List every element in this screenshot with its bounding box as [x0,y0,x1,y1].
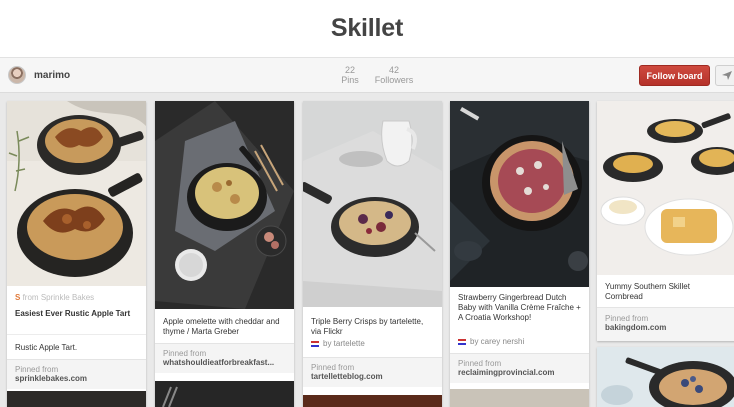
send-icon [722,71,732,80]
via-prefix: from [22,293,39,302]
credit-name[interactable]: by carey nershi [470,337,524,346]
pins-count: 22 [344,65,355,75]
pins-label: Pins [341,75,359,85]
pin-description: Strawberry Gingerbread Dutch Baby with V… [458,293,581,322]
pinned-from-label: Pinned from [311,363,355,372]
pin-via[interactable]: S from Sprinkle Bakes [15,293,94,302]
pinned-from-box[interactable]: Pinned from tartelletteblog.com [303,357,442,387]
pinned-from-box[interactable]: Pinned from reclaimingprovincial.com [450,353,589,383]
pin-description: Triple Berry Crisps by tartelette, via F… [311,317,424,336]
divider [7,334,146,335]
followers-count-stat[interactable]: 42 Followers [372,65,416,85]
pinned-from-label: Pinned from [15,365,59,374]
pinned-from-box[interactable]: Pinned from whatshouldieatforbreakfast..… [155,343,294,373]
flag-icon [458,338,466,345]
pin-image[interactable] [597,347,734,407]
pinned-from-label: Pinned from [458,359,502,368]
pin-description: Apple omelette with cheddar and thyme / … [163,317,280,336]
pin-note: Rustic Apple Tart. [15,343,78,352]
owner-name[interactable]: marimo [34,70,70,81]
pinned-from-domain[interactable]: reclaimingprovincial.com [458,368,554,377]
pin-image[interactable] [303,101,442,307]
pin-credit[interactable]: by carey nershi [458,337,524,346]
next-pin-image[interactable] [155,381,294,407]
via-name: Sprinkle Bakes [40,293,95,302]
pin-image[interactable] [7,101,146,286]
pin-card[interactable]: Apple omelette with cheddar and thyme / … [155,101,294,407]
board-meta-bar: marimo 22 Pins 42 Followers Follow board [0,57,734,93]
pin-title: Easiest Ever Rustic Apple Tart [15,309,131,318]
avatar[interactable] [8,66,26,84]
pinned-from-box[interactable]: Pinned from bakingdom.com [597,307,734,341]
pin-image[interactable] [597,101,734,275]
pinned-from-domain[interactable]: sprinklebakes.com [15,374,87,383]
pinned-from-domain[interactable]: whatshouldieatforbreakfast... [163,358,274,367]
pin-description: Yummy Southern Skillet Cornbread [605,282,690,301]
follow-board-button[interactable]: Follow board [639,65,710,86]
pin-card[interactable] [597,347,734,407]
send-button[interactable] [715,65,734,86]
flag-icon [311,340,319,347]
pinned-from-domain[interactable]: tartelletteblog.com [311,372,383,381]
pin-card[interactable]: Yummy Southern Skillet Cornbread Pinned … [597,101,734,341]
sprinkle-bakes-icon: S [15,293,21,302]
pin-card[interactable]: Strawberry Gingerbread Dutch Baby with V… [450,101,589,407]
next-pin-image[interactable] [303,395,442,407]
credit-name[interactable]: by tartelette [323,339,365,348]
followers-label: Followers [374,75,414,85]
pin-card[interactable]: Triple Berry Crisps by tartelette, via F… [303,101,442,407]
pin-credit[interactable]: by tartelette [311,339,365,348]
pinned-from-label: Pinned from [163,349,207,358]
board-owner[interactable]: marimo [8,66,70,84]
pinned-from-domain[interactable]: bakingdom.com [605,323,666,332]
next-pin-image[interactable] [450,389,589,407]
pin-image[interactable] [155,101,294,309]
board-header: Skillet [0,0,734,57]
pinned-from-label: Pinned from [605,314,649,323]
pinned-from-box[interactable]: Pinned from sprinklebakes.com [7,359,146,389]
followers-count: 42 [388,65,399,75]
pins-count-stat[interactable]: 22 Pins [339,65,361,85]
next-pin-image[interactable] [7,391,146,407]
pin-card[interactable]: S from Sprinkle Bakes Easiest Ever Rusti… [7,101,146,407]
pin-image[interactable] [450,101,589,287]
board-title: Skillet [330,14,404,42]
